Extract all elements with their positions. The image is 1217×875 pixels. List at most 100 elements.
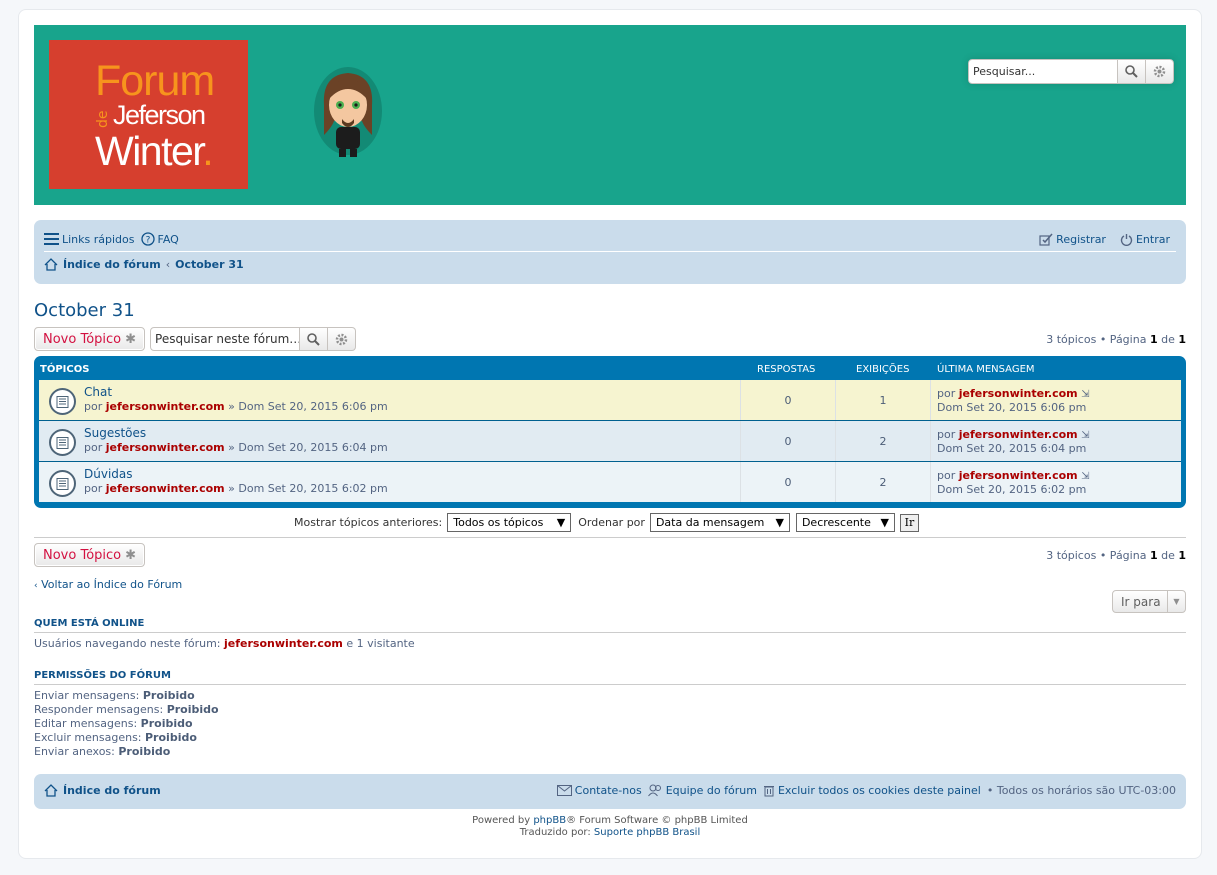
col-topics: Tópicos [40,364,90,375]
sort-direction-select[interactable]: Decrescente ▼ [795,513,895,532]
permission-item: Excluir mensagens: Proibido [34,731,219,745]
by-label: por [84,441,103,454]
breadcrumb: Índice do fórum ‹ October 31 [44,258,244,271]
header-search-input[interactable]: Pesquisar... [968,59,1118,84]
view-latest-post-icon[interactable]: ⇲ [1081,430,1089,441]
team-link[interactable]: Equipe do fórum [647,784,757,797]
translated-line: Traduzido por: Suporte phpBB Brasil [19,827,1201,839]
action-bar-top: Novo Tópico ✱ Pesquisar neste fórum… 3 t… [34,327,1186,351]
view-latest-post-icon[interactable]: ⇲ [1081,389,1089,400]
back-to-index-link[interactable]: ‹ Voltar ao Índice do Fórum [34,578,182,591]
hamburger-icon [44,233,59,245]
permission-item: Enviar mensagens: Proibido [34,689,219,703]
permission-value: Proibido [118,745,171,758]
breadcrumb-forum[interactable]: October 31 [175,258,244,271]
register-label: Registrar [1056,232,1106,246]
by-label: por [84,482,103,495]
pagination-current: 1 [1149,548,1158,562]
delete-cookies-link[interactable]: Excluir todos os cookies deste painel [763,784,981,797]
topics-list: Chat por jefersonwinter.com » Dom Set 20… [39,380,1181,502]
online-user[interactable]: jefersonwinter.com [224,637,343,650]
by-label: por [937,387,956,400]
users-icon [647,784,661,797]
pagination-total: 1 [1178,548,1186,562]
last-post-author[interactable]: jefersonwinter.com [959,387,1078,400]
topics-table-header: Tópicos Respostas Exibições Última mensa… [39,356,1181,380]
topic-read-icon [49,388,76,415]
view-latest-post-icon[interactable]: ⇲ [1081,471,1089,482]
breadcrumb-home[interactable]: Índice do fórum [63,258,161,271]
topic-replies: 0 [784,435,792,448]
chevron-left-icon: ‹ [34,581,38,591]
asterisk-icon: ✱ [125,331,137,347]
col-replies: Respostas [757,364,816,375]
topics-table: Tópicos Respostas Exibições Última mensa… [34,356,1186,508]
footer-home-link[interactable]: Índice do fórum [63,784,161,797]
column-divider [930,421,931,461]
permission-label: Responder mensagens: [34,703,167,716]
powered-by-line: Powered by phpBB® Forum Software © phpBB… [19,815,1201,827]
topic-title[interactable]: Sugestões [84,426,146,440]
breadcrumb-separator: ‹ [165,258,171,271]
last-post-date: Dom Set 20, 2015 6:04 pm [937,442,1087,455]
dropdown-arrow-icon: ▼ [556,516,566,529]
pagination-count: 3 tópicos • Página [1046,332,1150,346]
pagination-count: 3 tópicos • Página [1046,548,1150,562]
sort-direction-value: Decrescente [801,516,871,529]
table-row: Dúvidas por jefersonwinter.com » Dom Set… [39,461,1181,502]
forum-search-input[interactable]: Pesquisar neste fórum… [150,327,301,351]
dropdown-arrow-icon: ▼ [775,516,784,529]
quick-links-menu[interactable]: Links rápidos [44,233,135,246]
topic-author[interactable]: jefersonwinter.com [106,441,225,454]
permission-value: Proibido [166,703,219,716]
permissions-title: Permissões do fórum [34,670,171,681]
new-topic-label: Novo Tópico [43,331,122,347]
order-by-select[interactable]: Data da mensagem ▼ [649,513,790,532]
forum-advanced-search-button[interactable] [328,327,357,351]
go-button[interactable]: Ir [899,513,919,532]
topic-author[interactable]: jefersonwinter.com [106,482,225,495]
divider [34,537,1186,538]
login-link[interactable]: Entrar [1120,233,1170,246]
translator-link[interactable]: Suporte phpBB Brasil [594,827,700,838]
permission-value: Proibido [142,689,195,702]
show-topics-select[interactable]: Todos os tópicos ▼ [447,513,572,532]
topic-title[interactable]: Chat [84,385,112,399]
faq-link[interactable]: ? FAQ [140,232,179,246]
pagination-top: 3 tópicos • Página 1 de 1 [1046,333,1186,346]
home-icon [44,784,58,797]
last-post-author[interactable]: jefersonwinter.com [959,469,1078,482]
site-logo[interactable]: Forum de Jeferson Winter. [49,40,248,189]
phpbb-link[interactable]: phpBB [533,815,566,826]
pagination-of: de [1157,332,1179,346]
new-topic-button-bottom[interactable]: Novo Tópico ✱ [34,543,146,567]
sort-bar: Mostrar tópicos anteriores: Todos os tóp… [294,513,919,532]
quick-links-label: Links rápidos [62,232,135,246]
advanced-search-button[interactable] [1146,59,1174,84]
dropdown-arrow-icon: ▼ [880,516,889,529]
contact-link[interactable]: Contate-nos [556,784,642,797]
permission-label: Enviar mensagens: [34,689,143,702]
online-prefix: Usuários navegando neste fórum: [34,637,224,650]
by-label: por [937,428,956,441]
page-title[interactable]: October 31 [34,300,135,321]
topic-replies: 0 [784,476,792,489]
permission-item: Editar mensagens: Proibido [34,717,219,731]
topic-title[interactable]: Dúvidas [84,467,133,481]
envelope-icon [556,785,572,796]
forum-search-button[interactable] [300,327,329,351]
new-topic-button[interactable]: Novo Tópico ✱ [34,327,146,351]
powered-prefix: Powered by [472,815,534,826]
topic-last-post: por jefersonwinter.com ⇲ Dom Set 20, 201… [937,428,1090,455]
forum-search: Pesquisar neste fórum… [150,327,357,351]
last-post-author[interactable]: jefersonwinter.com [959,428,1078,441]
show-topics-value: Todos os tópicos [453,516,544,529]
jump-to-dropdown[interactable]: Ir para ▼ [1112,590,1186,613]
back-link-label: Voltar ao Índice do Fórum [41,578,183,591]
topic-last-post: por jefersonwinter.com ⇲ Dom Set 20, 201… [937,469,1090,496]
online-divider [34,632,1186,633]
register-link[interactable]: Registrar [1039,233,1106,246]
search-button[interactable] [1118,59,1146,84]
topic-author[interactable]: jefersonwinter.com [106,400,225,413]
pagination-bottom: 3 tópicos • Página 1 de 1 [1046,549,1186,562]
